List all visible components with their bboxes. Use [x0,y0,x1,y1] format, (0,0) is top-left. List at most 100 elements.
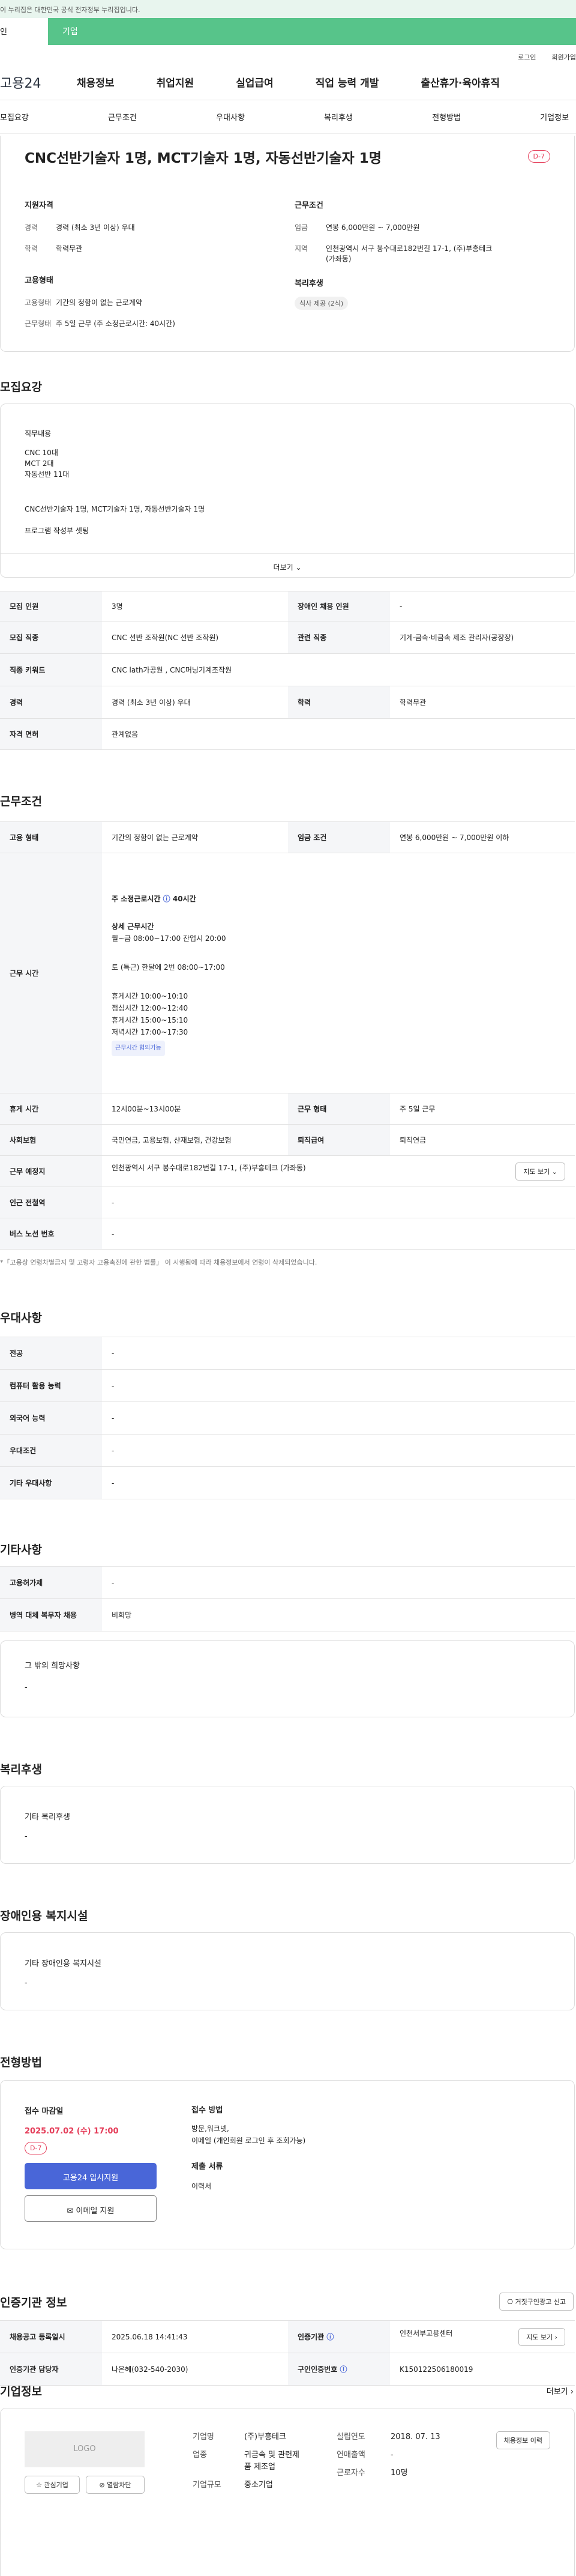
pref-title: 우대사항 [0,1311,42,1325]
table-row: 병역 대체 복무자 채용 비희망 [0,1598,575,1631]
tab-company[interactable]: 기업정보 [540,111,569,122]
info-icon[interactable]: ⓘ [326,2333,334,2341]
table-row: 인근 전철역 - [0,1187,575,1218]
chevron-down-icon: ⌄ [295,563,302,572]
welfare-title: 복리후생 [0,1763,42,1776]
etc-table: 고용허가제 - 병역 대체 복무자 채용 비희망 [0,1566,575,1631]
star-icon: ☆ [36,2481,42,2489]
personal-tab[interactable]: 인 [0,18,48,45]
site-logo[interactable]: 고용24 [0,73,77,92]
age-footnote: *「고용상 연령차별금지 및 고령자 고용촉진에 관한 법률」 이 시행됨에 따… [0,1259,317,1266]
emp-row: 고용형태 기간의 정함이 없는 근로계약 [25,298,142,307]
table-row: 모집 직종 CNC 선반 조작원(NC 선반 조작원) 관련 직종 기계·금속·비금속… [0,621,575,654]
job-summary-card: CNC선반기술자 1명, MCT기술자 1명, 자동선반기술자 1명 D-7 지… [0,136,575,352]
tab-recruit[interactable]: 모집요강 [0,111,29,122]
duty-card: 직무내용 CNC 10대 MCT 2대 자동선반 11대 CNC선반기술자 1명… [0,404,575,578]
table-row: 근무 예정지 인천광역시 서구 봉수대로182번길 17-1, (주)부흥테크 (… [0,1155,575,1187]
company-more-link[interactable]: 더보기 › [547,2385,574,2396]
apply-button[interactable]: 고용24 입사지원 [25,2163,157,2189]
agency-map-button[interactable]: 지도 보기 › [518,2327,565,2346]
table-row: 경력 경력 (최소 3년 이상) 우대 학력 학력무관 [0,686,575,719]
duty-line: 프로그램 작성부 셋팅 [25,527,89,535]
pref-table: 전공 - 컴퓨터 활용 능력 - 외국어 능력 - 우대조건 - 기타 우대사항 - [0,1337,575,1499]
company-logo: LOGO [25,2431,145,2467]
gnb-item[interactable]: 직업 능력 개발 [316,74,379,89]
megaphone-icon: ⎔ [507,2298,514,2306]
duty-line: 자동선반 11대 [25,470,70,479]
join-link[interactable]: 회원가입 [552,53,576,61]
tab-welfare[interactable]: 복리후생 [324,111,353,122]
table-row: 직종 키워드 CNC lath가공원 , CNC머닝기계조작원 [0,653,575,686]
agency-title: 인증기관 정보 [0,2296,67,2309]
duty-heading: 직무내용 [25,429,52,438]
table-row: 전공 - [0,1337,575,1370]
service-switcher: 인 기업 [0,18,576,45]
tab-preferences[interactable]: 우대사항 [216,111,245,122]
table-row: 인증기관 담당자 나은혜(032-540-2030) 구인인증번호 ⓘ K150122… [0,2353,575,2386]
conditions-block: 근무조건 임금 연봉 6,000만원 ~ 7,000만원 지역 인천광역시 서구 봉… [295,199,559,310]
duty-line: MCT 2대 [25,459,54,468]
gnb-item[interactable]: 출산휴가·육아휴직 [421,74,500,89]
tab-conditions[interactable]: 근무조건 [108,111,137,122]
welfare-card: 기타 복리후생 - [0,1786,575,1864]
email-apply-button[interactable]: ✉ 이메일 지원 [25,2195,157,2222]
hiring-history-button[interactable]: 채용정보 이력 [496,2431,550,2449]
login-link[interactable]: 로그인 [518,53,536,61]
hours-negotiable-badge: 근무시간 협의가능 [112,1040,165,1056]
table-row: 버스 노선 번호 - [0,1218,575,1250]
dday-badge: D-7 [25,2142,47,2154]
company-info-left: 기업명 (주)부흥테크 업종 귀금속 및 관련제 품 제조업 기업규모 중소기업 [193,2432,299,2490]
tab-process[interactable]: 전형방법 [432,111,461,122]
fav-company-button[interactable]: ☆ 관심기업 [25,2476,80,2494]
gnb-item[interactable]: 실업급여 [236,74,274,89]
disab-card: 기타 장애인용 복지시설 - [0,1932,575,2010]
agency-table: 채용공고 등록일시 2025.06.18 14:41:43 인증기관 ⓘ 인천서부고용… [0,2320,575,2386]
duty-content: 직무내용 CNC 10대 MCT 2대 자동선반 11대 CNC선반기술자 1명… [25,428,205,536]
section-tabs: 모집요강 근무조건 우대사항 복리후생 전형방법 기업정보 [0,100,576,134]
edu-row: 학력 학력무관 [25,244,83,253]
recruit-title: 모집요강 [0,381,42,394]
disab-title: 장애인용 복지시설 [0,1909,88,1923]
mail-icon: ✉ [67,2207,74,2216]
map-button[interactable]: 지도 보기 ⌄ [515,1162,565,1181]
recruit-table: 모집 인원 3명 장애인 채용 인원 - 모집 직종 CNC 선반 조작원(NC 선반 … [0,591,575,750]
table-row: 자격 면허 관계없음 [0,718,575,750]
duty-line: CNC 10대 [25,449,58,457]
table-row: 사회보험 국민연금, 고용보험, 산재보험, 건강보험 퇴직급여 퇴직연금 [0,1124,575,1156]
welfare-heading: 복리후생 [295,279,323,288]
proc-title: 전형방법 [0,2056,42,2069]
table-row: 근무 시간 주 소정근로시간 ⓘ 40시간 상세 근무시간 월~금 08:00~… [0,853,575,1093]
deadline-date: 2025.07.02 (수) 17:00 [25,2127,119,2136]
conditions-table: 고용 형태 기간의 정함이 없는 근로계약 임금 조건 연봉 6,000만원 ~ 7,… [0,821,575,1250]
gnb-item[interactable]: 취업지원 [157,74,194,89]
more-button[interactable]: 더보기 ⌄ [1,553,574,578]
company-info-right: 설립연도 2018. 07. 13 연매출액 - 근로자수 10명 [337,2432,440,2478]
other-wishes-card: 그 밖의 희망사항 - [0,1640,575,1717]
info-icon[interactable]: ⓘ [340,2365,347,2374]
table-row: 컴퓨터 활용 능력 - [0,1369,575,1402]
etc-title: 기타사항 [0,1543,42,1556]
company-card: LOGO ☆ 관심기업 ⊘ 열람차단 기업명 (주)부흥테크 업종 귀금속 및 관련… [0,2408,575,2576]
gnb-item[interactable]: 채용정보 [77,74,115,89]
company-title: 기업정보 [0,2385,42,2398]
method-block: 접수 방법 방문,워크넷, 이메일 (개인회원 로그인 후 조회가능) 제출 서… [191,2106,306,2191]
area-row: 지역 인천광역시 서구 봉수대로182번길 17-1, (주)부흥테크 (가좌동) [295,244,493,263]
table-row: 고용허가제 - [0,1566,575,1599]
company-tab[interactable]: 기업 [48,18,576,45]
table-row: 기타 우대사항 - [0,1466,575,1499]
wage-row: 임금 연봉 6,000만원 ~ 7,000만원 [295,223,420,232]
table-row: 휴게 시간 12시00분~13시00분 근무 형태 주 5일 근무 [0,1093,575,1125]
worktype-row: 근무형태 주 5일 근무 (주 소정근로시간: 40시간) [25,319,175,328]
util-links: 로그인 회원가입 [0,45,576,64]
block-company-button[interactable]: ⊘ 열람차단 [86,2476,145,2494]
emp-heading: 고용형태 [25,276,53,285]
table-row: 채용공고 등록일시 2025.06.18 14:41:43 인증기관 ⓘ 인천서부고용… [0,2320,575,2353]
info-icon[interactable]: ⓘ [163,895,170,903]
report-ad-button[interactable]: ⎔ 거짓구인광고 신고 [499,2293,574,2311]
cond-heading: 근무조건 [295,201,323,210]
conditions-title: 근무조건 [0,795,42,808]
block-icon: ⊘ [99,2481,105,2489]
table-row: 모집 인원 3명 장애인 채용 인원 - [0,591,575,621]
table-row: 우대조건 - [0,1434,575,1467]
gov-notice-bar: 이 누리집은 대한민국 공식 전자정부 누리집입니다. [0,0,576,18]
